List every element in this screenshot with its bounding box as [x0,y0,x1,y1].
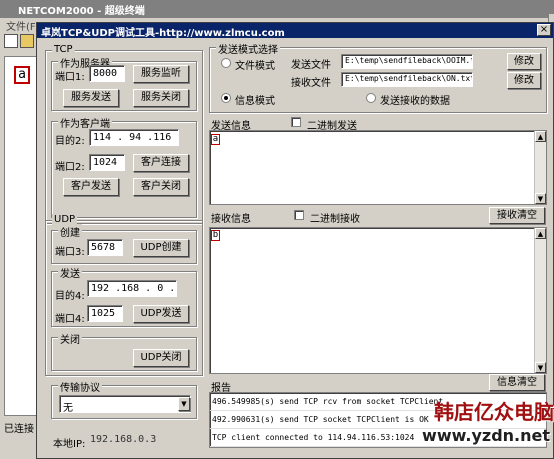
local-ip-label: 本地IP: [53,439,86,450]
send-info-textarea[interactable]: a ▲ ▼ [209,130,547,205]
port1-input[interactable]: 8000 [89,65,125,82]
udp-close-label: 关闭 [58,331,82,346]
tcp-udp-debug-dialog: 卓岚TCP&UDP调试工具-http://www.zlmcu.com × TCP… [36,22,554,459]
port3-input[interactable]: 5678 [87,239,123,256]
scroll-up-icon[interactable]: ▲ [535,131,546,142]
send-file-path[interactable]: E:\temp\sendfileback\OOIM.txt [341,54,473,69]
recv-info-textarea[interactable]: b ▲ ▼ [209,227,547,374]
local-ip-value: 192.168.0.3 [90,434,157,445]
modify-recv-file-button[interactable]: 修改 [507,72,541,89]
open-folder-icon[interactable] [20,34,34,48]
udp-create-button[interactable]: UDP创建 [133,239,189,257]
dialog-title: 卓岚TCP&UDP调试工具-http://www.zlmcu.com [37,23,553,39]
send-file-label: 发送文件 [291,60,331,71]
scroll-down-icon[interactable]: ▼ [535,362,546,373]
file-mode-label: 文件模式 [235,61,275,72]
watermark-url: www.yzdn.net [422,426,550,445]
port2-label: 端口2: [55,162,85,173]
client-send-button[interactable]: 客户发送 [63,178,119,196]
scroll-down-icon[interactable]: ▼ [535,193,546,204]
background-status: 已连接 [4,424,34,435]
tcp-group-label: TCP [52,44,75,55]
udp-close-button[interactable]: UDP关闭 [133,349,189,367]
target4-ip-input[interactable]: 192 .168 . 0 .200 [87,280,177,297]
modify-send-file-button[interactable]: 修改 [507,53,541,70]
port1-label: 端口1: [55,72,85,83]
info-mode-label: 信息模式 [235,96,275,107]
binary-send-checkbox[interactable] [291,117,301,127]
client-close-button[interactable]: 客户关闭 [133,178,189,196]
target2-ip-input[interactable]: 114 . 94 .116 . 53 [89,129,179,146]
binary-recv-label: 二进制接收 [310,214,360,225]
tcp-client-label: 作为客户端 [58,115,112,130]
recv-info-scrollbar[interactable]: ▲ ▼ [534,228,546,373]
protocol-select[interactable]: 无 [59,395,191,413]
new-file-icon[interactable] [4,34,18,48]
udp-send-label: 发送 [58,265,82,280]
send-recv-data-label: 发送接收的数据 [380,96,450,107]
info-mode-radio[interactable] [221,93,231,103]
binary-recv-checkbox[interactable] [294,210,304,220]
background-toolbar [0,32,40,48]
recv-clear-button[interactable]: 接收清空 [489,207,545,224]
recv-file-path[interactable]: E:\temp\sendfileback\ON.txt [341,72,473,87]
scroll-up-icon[interactable]: ▲ [535,228,546,239]
send-recv-data-radio[interactable] [366,93,376,103]
protocol-label: 传输协议 [58,379,102,394]
recv-info-content: b [211,230,220,241]
udp-create-label: 创建 [58,224,82,239]
background-menu-file[interactable]: 文件(F [0,18,40,33]
udp-send-button[interactable]: UDP发送 [133,305,189,323]
port3-label: 端口3: [55,247,85,258]
send-info-scrollbar[interactable]: ▲ ▼ [534,131,546,204]
chevron-down-icon[interactable]: ▼ [178,397,190,411]
watermark-shop-name: 韩店亿众电脑 [434,400,554,424]
server-close-button[interactable]: 服务关闭 [133,89,189,107]
target2-label: 目的2: [55,136,85,147]
background-terminal-area [4,56,38,416]
report-clear-button[interactable]: 信息清空 [489,374,545,391]
background-terminal-char: a [14,66,30,84]
send-info-content: a [211,134,220,145]
server-listen-button[interactable]: 服务监听 [133,65,189,83]
client-connect-button[interactable]: 客户连接 [133,154,189,172]
recv-file-label: 接收文件 [291,78,331,89]
target4-label: 目的4: [55,291,85,302]
port2-input[interactable]: 1024 [89,154,125,171]
port4-label: 端口4: [55,314,85,325]
port4-input[interactable]: 1025 [87,305,123,322]
protocol-selected-value: 无 [63,403,73,413]
background-window-title: NETCOM2000 - 超级终端 [0,0,554,18]
server-send-button[interactable]: 服务发送 [63,89,119,107]
send-mode-label: 发送模式选择 [216,41,280,56]
file-mode-radio[interactable] [221,58,231,68]
recv-info-label: 接收信息 [211,214,251,225]
close-icon[interactable]: × [537,24,551,36]
